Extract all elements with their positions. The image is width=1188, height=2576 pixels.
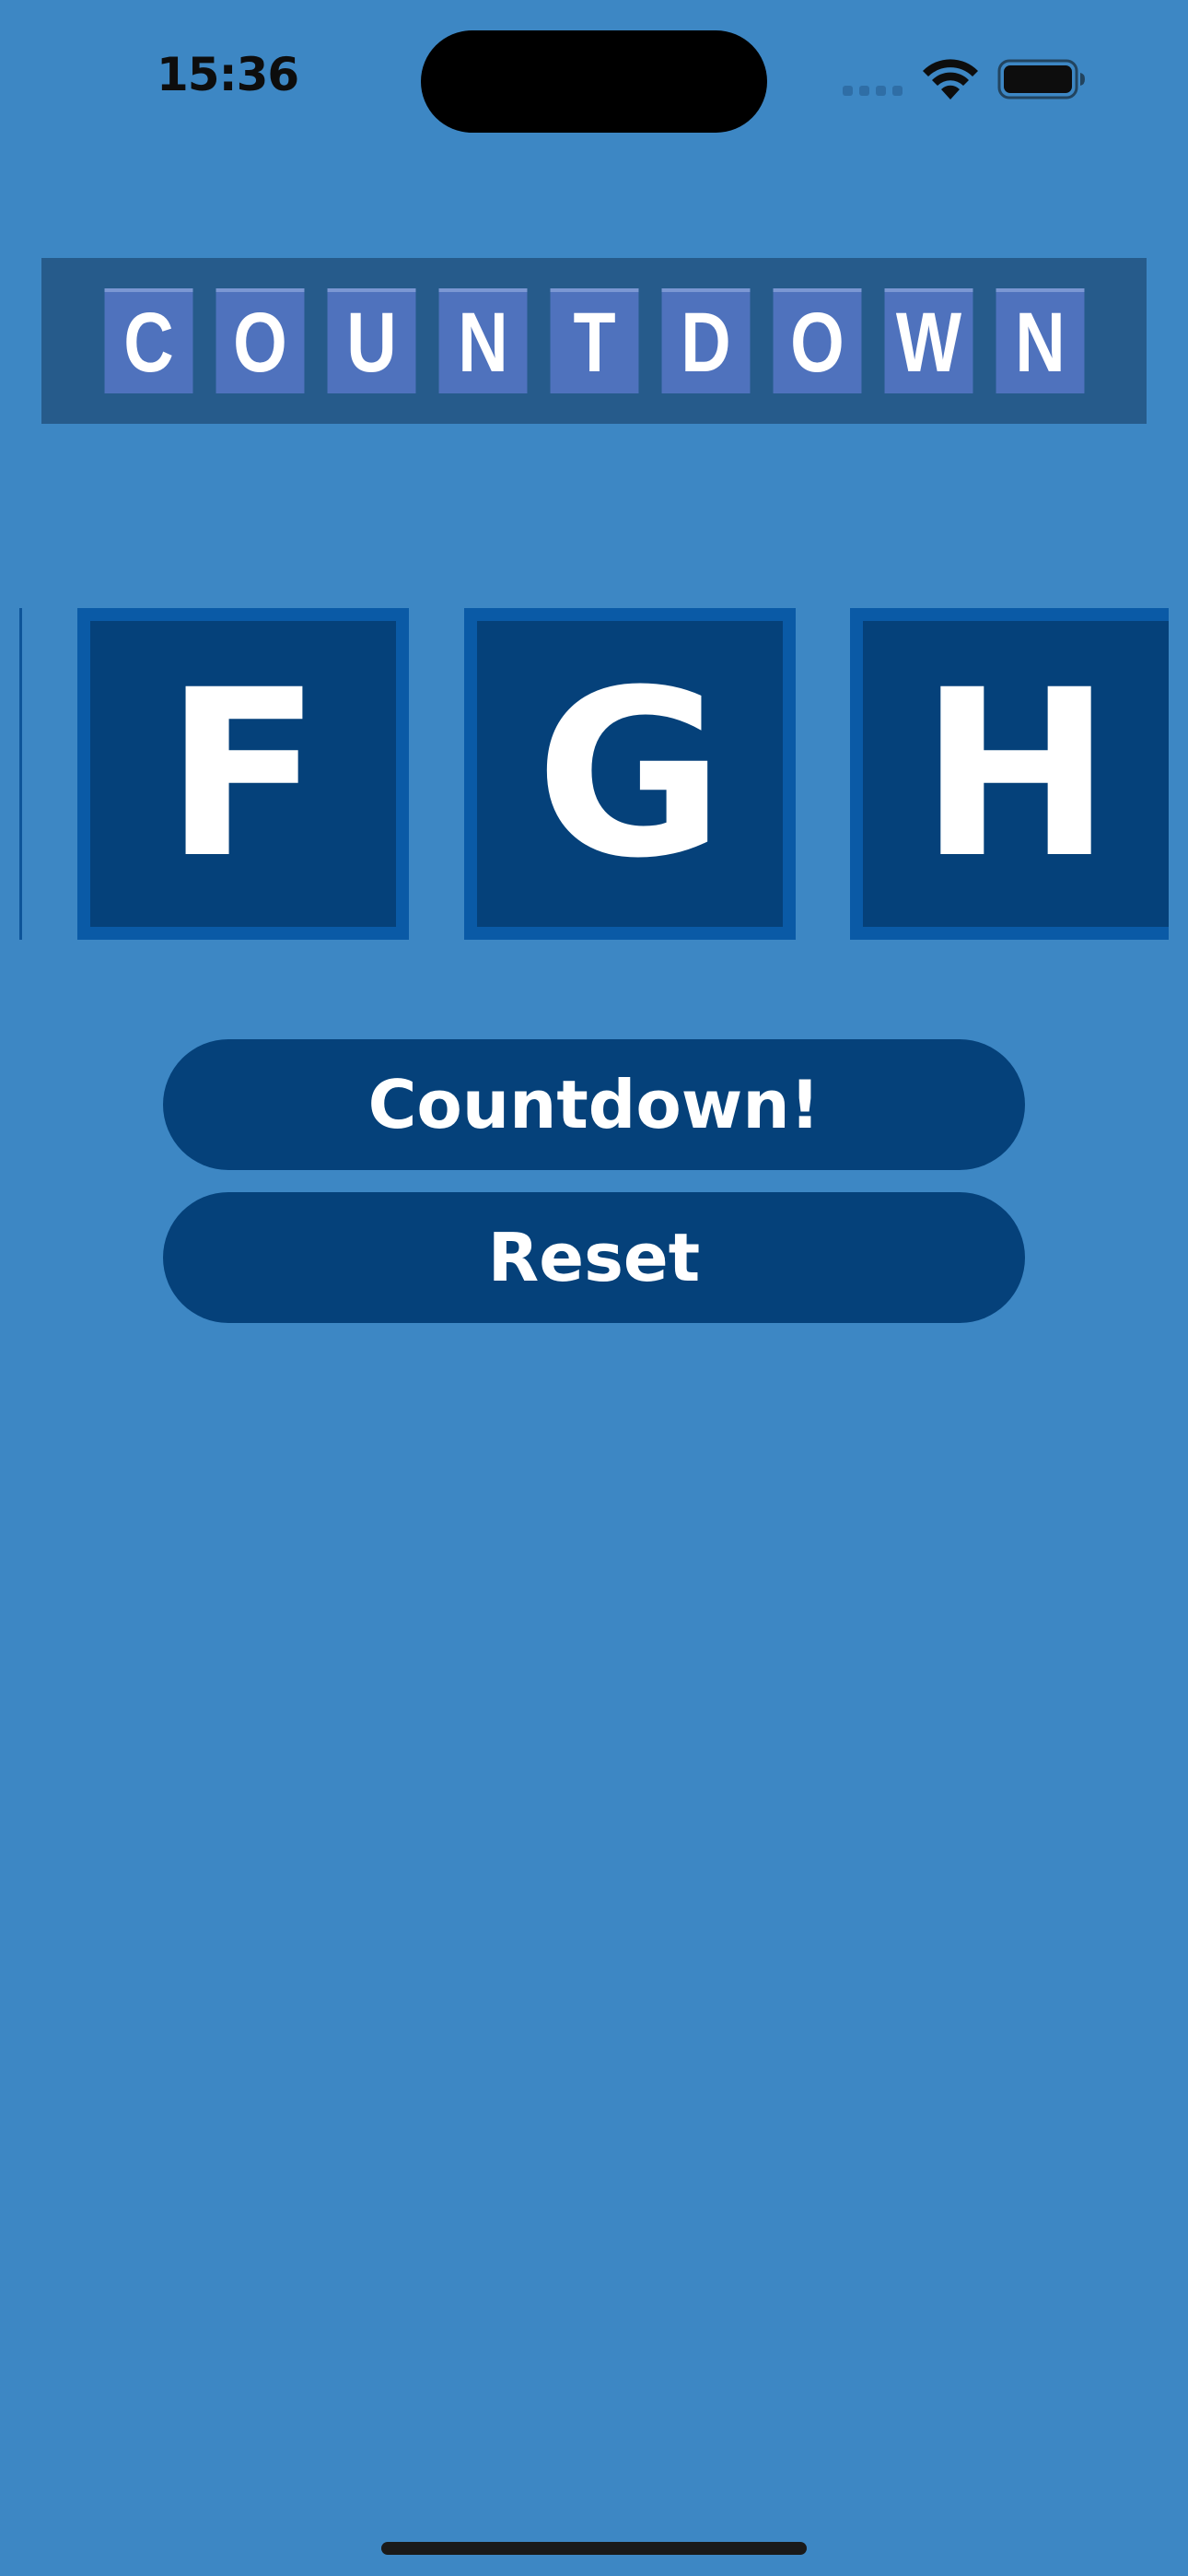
title-letter-tile: U: [327, 288, 415, 393]
title-letter-tile: C: [104, 288, 192, 393]
status-time: 15:36: [157, 48, 299, 101]
title-banner: C O U N T D O W N: [41, 258, 1147, 424]
title-letter-tile: O: [215, 288, 304, 393]
title-letter-tile: D: [661, 288, 750, 393]
wifi-icon: [923, 59, 978, 100]
cell-signal-icon: [843, 86, 903, 96]
title-logo: C O U N T D O W N: [95, 288, 1094, 393]
title-letter-tile: N: [996, 288, 1084, 393]
countdown-button[interactable]: Countdown!: [163, 1039, 1025, 1170]
letter-tile: F: [77, 608, 409, 940]
tile-edge-partial: [19, 608, 22, 940]
title-letter-tile: W: [884, 288, 973, 393]
title-letter-tile: O: [773, 288, 861, 393]
reset-button[interactable]: Reset: [163, 1192, 1025, 1323]
home-indicator[interactable]: [381, 2542, 807, 2555]
title-letter-tile: N: [438, 288, 527, 393]
dynamic-island: [421, 30, 767, 133]
title-letter-tile: T: [550, 288, 638, 393]
letter-tile: G: [464, 608, 796, 940]
battery-icon: [997, 59, 1085, 100]
letter-tile: H: [850, 608, 1169, 940]
